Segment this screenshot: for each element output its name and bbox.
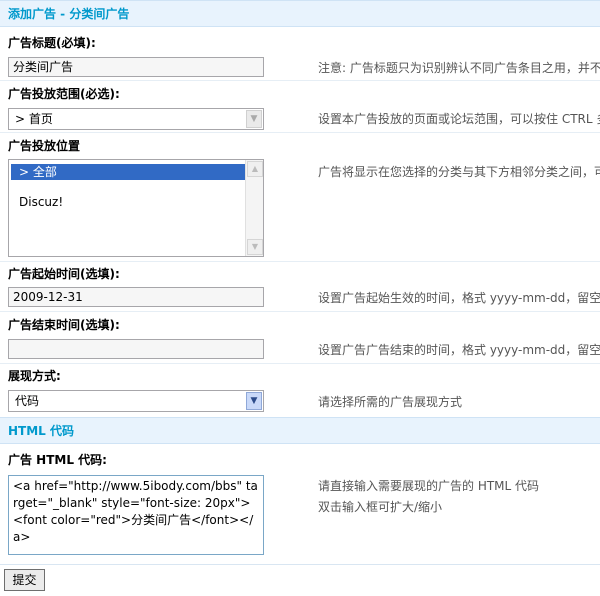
listbox-option-discuz[interactable]: Discuz! (11, 194, 245, 210)
ad-position-note: 广告将显示在您选择的分类与其下方相邻分类之间，可 (318, 165, 600, 179)
row-divider (0, 311, 600, 312)
submit-button[interactable]: 提交 (4, 569, 45, 591)
display-method-select[interactable]: 代码 ▼ (8, 390, 264, 412)
ad-range-label: 广告投放范围(必选): (8, 87, 120, 101)
ad-title-input[interactable]: 分类间广告 (8, 57, 264, 77)
row-divider (0, 564, 600, 565)
html-code-textarea[interactable]: <a href="http://www.5ibody.com/bbs" targ… (8, 475, 264, 555)
section-header-add-ad: 添加广告 - 分类间广告 (0, 0, 600, 27)
listbox-scrollbar[interactable]: ▲ ▼ (245, 160, 263, 256)
section-header-html-code: HTML 代码 (0, 417, 600, 444)
ad-position-label: 广告投放位置 (8, 139, 81, 153)
html-code-note: 请直接输入需要展现的广告的 HTML 代码 (318, 479, 540, 493)
ad-range-select[interactable]: > 首页 ▼ (8, 108, 264, 130)
end-time-label: 广告结束时间(选填): (8, 318, 120, 332)
start-time-note: 设置广告起始生效的时间，格式 yyyy-mm-dd，留空 (318, 291, 600, 305)
display-method-label: 展现方式: (8, 369, 61, 383)
ad-range-note: 设置本广告投放的页面或论坛范围，可以按住 CTRL 多 (318, 112, 600, 126)
display-method-note: 请选择所需的广告展现方式 (318, 395, 463, 409)
ad-position-listbox[interactable]: > 全部 Discuz! ▲ ▼ (8, 159, 264, 257)
end-time-note: 设置广告广告结束的时间，格式 yyyy-mm-dd，留空 (318, 343, 600, 357)
scroll-up-icon[interactable]: ▲ (247, 161, 263, 177)
chevron-down-icon: ▼ (246, 110, 262, 128)
html-code-label: 广告 HTML 代码: (8, 453, 107, 467)
start-time-input[interactable]: 2009-12-31 (8, 287, 264, 307)
ad-title-note: 注意: 广告标题只为识别辨认不同广告条目之用，并不 (318, 61, 600, 75)
html-code-note-resize: 双击输入框可扩大/缩小 (318, 500, 443, 514)
listbox-option-all[interactable]: > 全部 (11, 164, 245, 180)
end-time-input[interactable] (8, 339, 264, 359)
display-method-selected: 代码 (15, 394, 40, 408)
row-divider (0, 261, 600, 262)
start-time-label: 广告起始时间(选填): (8, 267, 120, 281)
row-divider (0, 363, 600, 364)
scroll-down-icon[interactable]: ▼ (247, 239, 263, 255)
chevron-down-icon: ▼ (246, 392, 262, 410)
row-divider (0, 132, 600, 133)
row-divider (0, 80, 600, 81)
ad-title-label: 广告标题(必填): (8, 36, 96, 50)
ad-range-selected: > 首页 (15, 112, 53, 126)
